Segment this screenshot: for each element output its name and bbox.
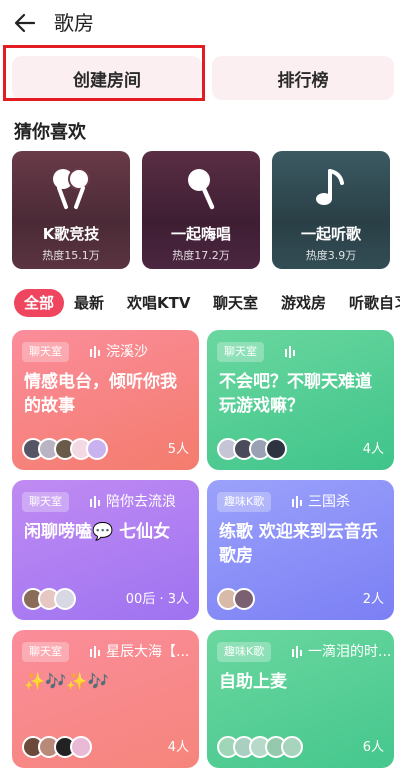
microphones-icon	[53, 168, 90, 209]
room-tag: 聊天室	[217, 342, 264, 362]
ranking-button[interactable]: 排行榜	[212, 56, 394, 100]
room-tag: 趣味K歌	[217, 492, 272, 512]
room-member-count: 5人	[167, 442, 189, 457]
room-title: 闲聊唠嗑💬 七仙女	[24, 522, 171, 542]
tab-all[interactable]: 全部	[14, 289, 65, 317]
room-title: 不会吧？不聊天难道玩游戏嘛？	[219, 372, 372, 416]
room-card[interactable]: 聊天室 星辰大海【... ✨🎶✨🎶 4人	[12, 630, 199, 768]
tab-chat-room[interactable]: 聊天室	[213, 289, 258, 317]
guess-card-sing-together[interactable]: 一起嗨唱 热度17.2万	[142, 151, 260, 269]
filter-tabs: 全部 最新 欢唱KTV 聊天室 游戏房 听歌自习	[0, 287, 400, 319]
avatar	[281, 736, 303, 758]
room-tag: 聊天室	[22, 492, 69, 512]
audio-bars-icon	[292, 646, 302, 658]
audio-bars-icon	[90, 496, 100, 508]
audio-bars-icon	[90, 646, 100, 658]
avatar	[70, 736, 92, 758]
guess-card-k-song[interactable]: K歌竞技 热度15.1万	[12, 151, 130, 269]
room-tag: 聊天室	[22, 342, 69, 362]
avatar	[265, 438, 287, 460]
avatar	[54, 588, 76, 610]
back-arrow-icon[interactable]	[12, 10, 38, 36]
tab-latest[interactable]: 最新	[74, 289, 104, 317]
section-title: 猜你喜欢	[14, 122, 86, 143]
guess-card-heat: 热度3.9万	[305, 249, 357, 262]
guess-card-name: 一起嗨唱	[170, 225, 231, 243]
room-member-count: 4人	[362, 442, 384, 457]
highlight-box	[3, 45, 205, 101]
room-tag: 聊天室	[22, 642, 69, 662]
audio-bars-icon	[90, 346, 100, 358]
room-host: 陪你去流浪	[106, 494, 176, 510]
room-card[interactable]: 聊天室 陪你去流浪 闲聊唠嗑💬 七仙女 00后 · 3人	[12, 480, 199, 620]
room-host: 星辰大海【...	[106, 644, 190, 660]
guess-card-name: 一起听歌	[300, 225, 361, 243]
room-host: 三国杀	[308, 494, 350, 510]
page-title: 歌房	[54, 11, 94, 35]
room-host: 一滴泪的时...	[308, 644, 392, 660]
tab-ktv[interactable]: 欢唱KTV	[127, 289, 190, 317]
room-card[interactable]: 趣味K歌 三国杀 练歌 欢迎来到云音乐歌房 2人	[207, 480, 394, 620]
room-card[interactable]: 聊天室 不会吧？不聊天难道玩游戏嘛？ 4人	[207, 330, 394, 470]
room-member-count: 00后 · 3人	[125, 592, 189, 607]
header: 歌房	[0, 0, 400, 46]
tab-study[interactable]: 听歌自习	[349, 289, 400, 317]
room-title: 情感电台，倾听你我的故事	[24, 372, 177, 416]
room-card[interactable]: 趣味K歌 一滴泪的时... 自助上麦 6人	[207, 630, 394, 768]
tab-game-room[interactable]: 游戏房	[281, 289, 326, 317]
room-member-count: 6人	[362, 740, 384, 755]
room-member-count: 4人	[167, 740, 189, 755]
guess-card-heat: 热度15.1万	[42, 249, 100, 262]
avatar	[233, 588, 255, 610]
room-title: 练歌 欢迎来到云音乐歌房	[219, 522, 378, 566]
room-host: 浣溪沙	[106, 344, 148, 360]
avatar	[86, 438, 108, 460]
audio-bars-icon	[285, 346, 295, 358]
room-tag: 趣味K歌	[217, 642, 272, 662]
room-card[interactable]: 聊天室 浣溪沙 情感电台，倾听你我的故事 5人	[12, 330, 199, 470]
room-title: 自助上麦	[219, 672, 287, 692]
guess-card-name: K歌竞技	[42, 225, 100, 243]
guess-card-listen-together[interactable]: 一起听歌 热度3.9万	[272, 151, 390, 269]
music-note-icon	[316, 169, 344, 205]
guess-card-heat: 热度17.2万	[172, 249, 230, 262]
microphone-icon	[188, 169, 215, 210]
audio-bars-icon	[292, 496, 302, 508]
room-member-count: 2人	[362, 592, 384, 607]
room-title: ✨🎶✨🎶	[24, 672, 109, 692]
